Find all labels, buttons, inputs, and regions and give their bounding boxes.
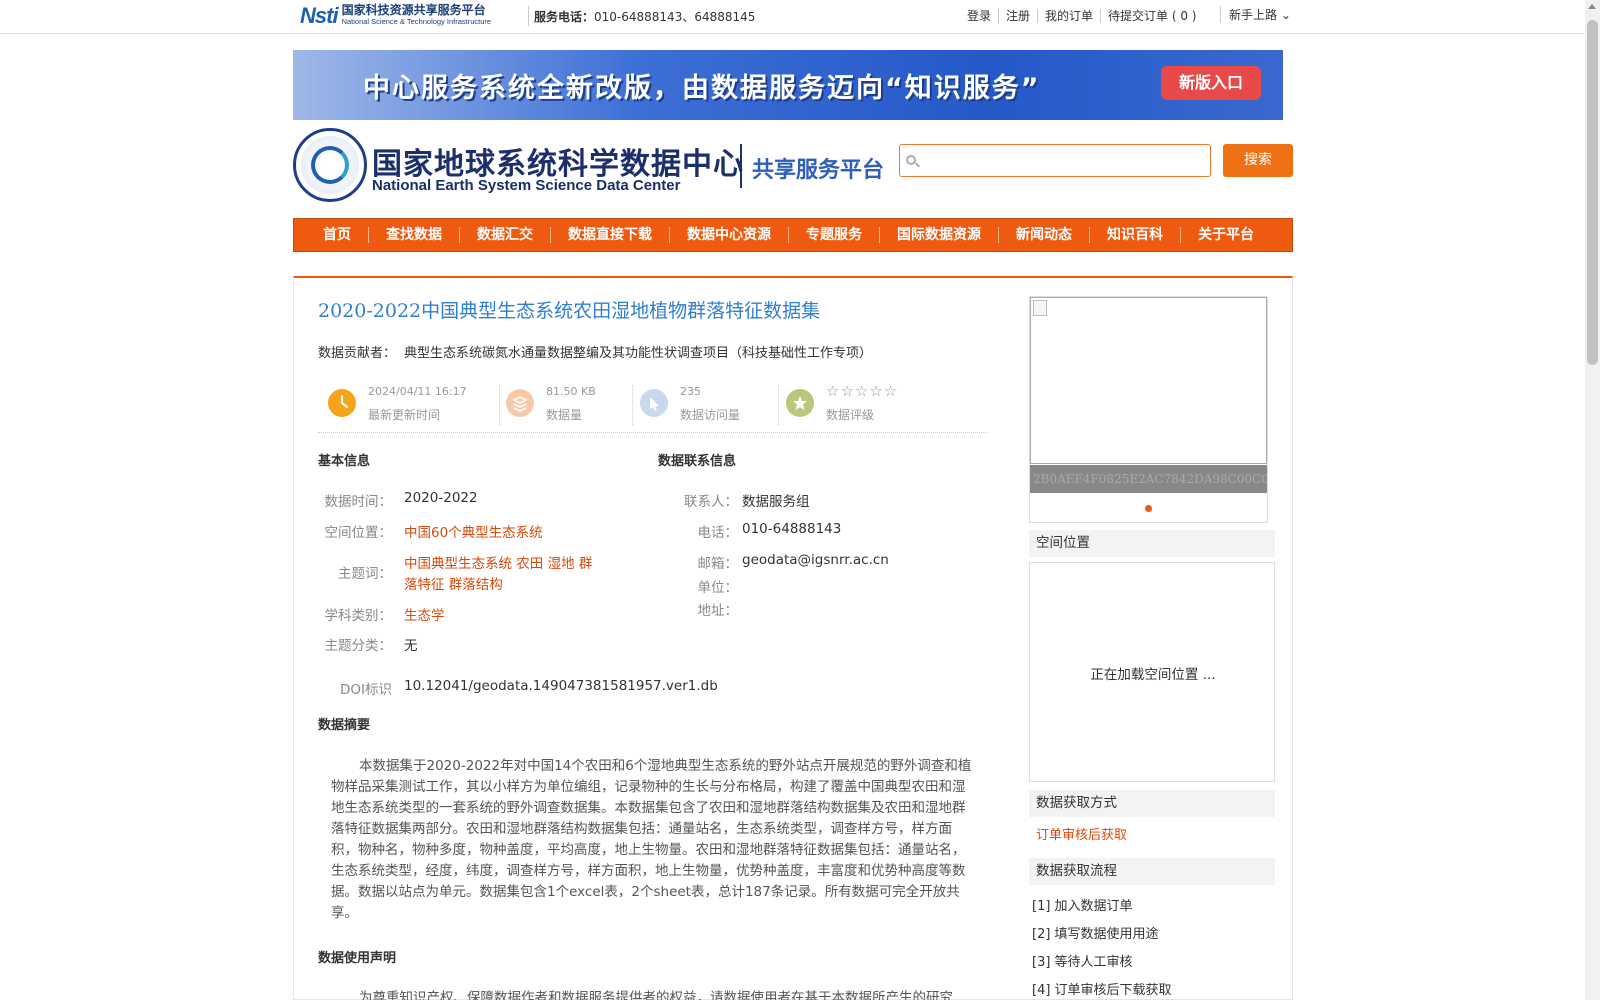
layers-icon <box>506 389 534 417</box>
doi-value: 10.12041/geodata.149047381581957.ver1.db <box>404 678 718 694</box>
stat-visits: 235 数据访问量 <box>630 381 770 425</box>
platform-name: 共享服务平台 <box>752 158 885 183</box>
thumbnail-image[interactable] <box>1030 297 1267 464</box>
nav-international-resources[interactable]: 国际数据资源 <box>879 227 998 243</box>
pending-orders-link[interactable]: 待提交订单 ( 0 ) <box>1100 9 1203 23</box>
nsti-logo-mark: Nsti <box>300 3 339 28</box>
spatial-location-link[interactable]: 中国60个典型生态系统 <box>404 521 543 541</box>
cursor-icon <box>640 389 668 417</box>
nav-center-resources[interactable]: 数据中心资源 <box>669 227 788 243</box>
page-scrollbar[interactable] <box>1585 0 1600 1000</box>
spatial-location-heading: 空间位置 <box>1029 530 1275 557</box>
process-step-2: [2] 填写数据使用用途 <box>1032 927 1159 942</box>
service-hotline: 服务电话：010-64888143、64888145 <box>534 10 756 24</box>
search-icon <box>906 155 916 165</box>
keywords-links-line1[interactable]: 中国典型生态系统 农田 湿地 群 <box>404 552 592 572</box>
broken-image-icon <box>1033 300 1047 316</box>
spatial-location-map[interactable]: 正在加载空间位置 ... <box>1029 562 1275 782</box>
keywords-links-line2[interactable]: 落特征 群落结构 <box>404 573 503 593</box>
top-bar: Nsti 国家科技资源共享服务平台 National Science & Tec… <box>0 0 1585 34</box>
search-box <box>899 144 1211 177</box>
data-center-seal-logo[interactable] <box>293 128 367 202</box>
nav-find-data[interactable]: 查找数据 <box>368 227 459 243</box>
nsti-logo-en: National Science & Technology Infrastruc… <box>341 17 492 26</box>
search-input[interactable] <box>922 149 1202 173</box>
carousel-dot[interactable] <box>1145 505 1152 512</box>
top-divider <box>528 6 529 26</box>
chevron-down-icon: ⌄ <box>1280 8 1291 22</box>
access-process-heading: 数据获取流程 <box>1029 858 1275 885</box>
contact-email[interactable]: geodata@igsnrr.ac.cn <box>742 552 889 568</box>
process-step-3: [3] 等待人工审核 <box>1032 955 1133 970</box>
my-orders-link[interactable]: 我的订单 <box>1037 9 1100 23</box>
dataset-title: 2020-2022中国典型生态系统农田湿地植物群落特征数据集 <box>318 300 821 322</box>
nav-about[interactable]: 关于平台 <box>1180 227 1271 243</box>
stat-rating: ☆☆☆☆☆ 数据评级 <box>776 381 976 425</box>
scroll-up-arrow-icon[interactable] <box>1588 4 1596 9</box>
nav-direct-download[interactable]: 数据直接下载 <box>550 227 669 243</box>
process-step-1: [1] 加入数据订单 <box>1032 899 1133 914</box>
new-version-button[interactable]: 新版入口 <box>1161 66 1261 100</box>
scroll-thumb[interactable] <box>1587 20 1598 365</box>
basic-info-heading: 基本信息 <box>318 454 371 469</box>
dataset-stats: 2024/04/11 16:17 最新更新时间 81.50 KB 数据量 235… <box>318 381 988 433</box>
abstract-heading: 数据摘要 <box>318 718 371 733</box>
promo-banner[interactable]: 中心服务系统全新改版，由数据服务迈向“知识服务” 新版入口 <box>293 50 1283 120</box>
main-nav: 首页 查找数据 数据汇交 数据直接下载 数据中心资源 专题服务 国际数据资源 新… <box>293 218 1293 252</box>
usage-statement-text: 为尊重知识产权、保障数据作者和数据服务提供者的权益，请数据使用者在基于本数据所产… <box>359 990 953 1000</box>
data-center-name-en: National Earth System Science Data Cente… <box>372 177 681 194</box>
discipline-link[interactable]: 生态学 <box>404 604 445 624</box>
usage-statement-heading: 数据使用声明 <box>318 951 397 966</box>
thumbnail-caption: 2B0AEF4F0825E2AC7842DA98C00C08D2 <box>1030 465 1267 493</box>
nav-knowledge[interactable]: 知识百科 <box>1089 227 1180 243</box>
banner-text: 中心服务系统全新改版，由数据服务迈向“知识服务” <box>363 73 1041 104</box>
logo-separator <box>740 144 742 188</box>
contact-info-heading: 数据联系信息 <box>658 454 737 469</box>
nav-data-submission[interactable]: 数据汇交 <box>459 227 550 243</box>
dataset-thumbnail-carousel[interactable]: 2B0AEF4F0825E2AC7842DA98C00C08D2 <box>1029 296 1268 523</box>
nsti-logo-cn: 国家科技资源共享服务平台 <box>341 3 486 17</box>
top-links: 登录 注册 我的订单 待提交订单 ( 0 ) <box>960 9 1204 23</box>
stat-data-size: 81.50 KB 数据量 <box>496 381 626 425</box>
nav-home[interactable]: 首页 <box>314 227 368 243</box>
rating-stars[interactable]: ☆☆☆☆☆ <box>826 382 898 400</box>
search-button[interactable]: 搜索 <box>1223 144 1293 177</box>
access-method-link[interactable]: 订单审核后获取 <box>1036 824 1127 843</box>
login-link[interactable]: 登录 <box>960 9 998 23</box>
nav-thematic-services[interactable]: 专题服务 <box>788 227 879 243</box>
access-method-heading: 数据获取方式 <box>1029 790 1275 817</box>
process-step-4: [4] 订单审核后下载获取 <box>1032 983 1172 998</box>
beginner-guide-dropdown[interactable]: 新手上路 ⌄ <box>1220 6 1291 23</box>
abstract-text: 本数据集于2020-2022年对中国14个农田和6个湿地典型生态系统的野外站点开… <box>331 758 972 921</box>
register-link[interactable]: 注册 <box>998 9 1037 23</box>
nsti-logo[interactable]: Nsti 国家科技资源共享服务平台 National Science & Tec… <box>300 2 524 30</box>
stat-update-time: 2024/04/11 16:17 最新更新时间 <box>318 381 488 425</box>
clock-icon <box>328 389 356 417</box>
star-icon <box>786 389 814 417</box>
earth-swirl-icon <box>311 146 349 184</box>
map-loading-text: 正在加载空间位置 ... <box>1090 667 1216 683</box>
dataset-contributor: 数据贡献者： 典型生态系统碳氮水通量数据整编及其功能性状调查项目（科技基础性工作专… <box>318 346 873 361</box>
nav-news[interactable]: 新闻动态 <box>998 227 1089 243</box>
